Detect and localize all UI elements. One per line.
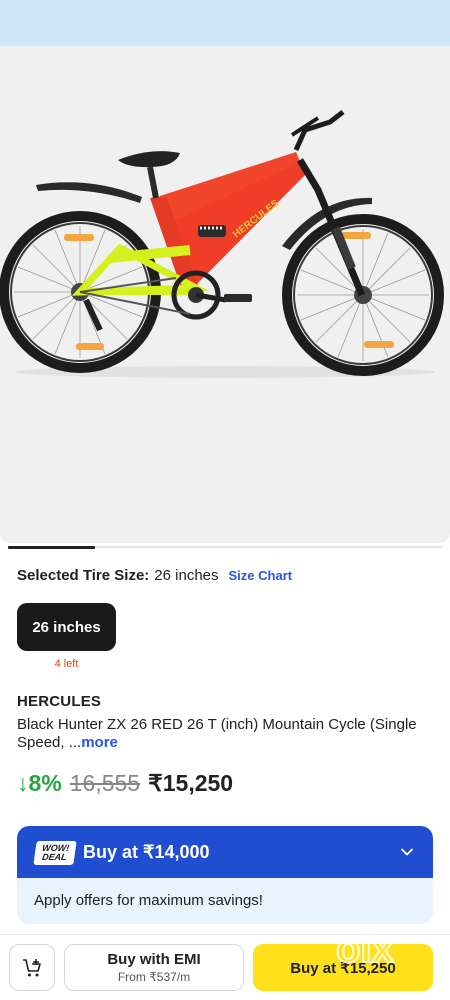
- product-title-text: Black Hunter ZX 26 RED 26 T (inch) Mount…: [17, 716, 417, 751]
- discount-percent: ↓8%: [17, 770, 62, 796]
- price-row: ↓8% 16,555 ₹15,250: [17, 770, 233, 797]
- selling-price: ₹15,250: [148, 770, 234, 796]
- product-image-carousel[interactable]: HERCULES: [0, 46, 450, 543]
- selected-size-row: Selected Tire Size: 26 inches Size Chart: [17, 567, 292, 584]
- product-title: Black Hunter ZX 26 RED 26 T (inch) Mount…: [17, 716, 417, 752]
- stock-left-text: 4 left: [54, 658, 79, 670]
- title-more-link[interactable]: more: [81, 734, 118, 751]
- wow-deal-header[interactable]: WOW! DEAL Buy at ₹14,000: [17, 826, 433, 878]
- wow-deal-card[interactable]: WOW! DEAL Buy at ₹14,000 Apply offers fo…: [17, 826, 433, 924]
- size-option-26-inches[interactable]: 26 inches: [17, 603, 116, 651]
- buy-with-emi-button[interactable]: Buy with EMI From ₹537/m: [64, 944, 244, 991]
- wow-deal-badge: WOW! DEAL: [33, 841, 77, 865]
- front-wheel: [282, 214, 444, 376]
- add-to-cart-icon: [23, 958, 41, 976]
- size-chart-link[interactable]: Size Chart: [229, 568, 293, 583]
- selected-size-label: Selected Tire Size:: [17, 567, 150, 584]
- status-bar-strip: [0, 0, 450, 46]
- deal-subtext: Apply offers for maximum savings!: [34, 892, 263, 909]
- original-price: 16,555: [69, 770, 141, 796]
- bicycle-image: HERCULES: [0, 110, 444, 378]
- selected-size-value: 26 inches: [154, 567, 219, 584]
- emi-sublabel: From ₹537/m: [117, 970, 191, 984]
- olx-watermark-text: olx: [336, 927, 394, 971]
- carousel-indicator-active: [8, 546, 95, 549]
- badge-line-2: DEAL: [41, 852, 68, 862]
- olx-watermark-logo: olx: [335, 926, 395, 972]
- add-to-cart-button[interactable]: [9, 944, 55, 991]
- emi-label: Buy with EMI: [107, 951, 201, 968]
- deal-headline: Buy at ₹14,000: [83, 842, 210, 862]
- chevron-down-icon[interactable]: [399, 844, 415, 860]
- product-brand: HERCULES: [17, 693, 102, 710]
